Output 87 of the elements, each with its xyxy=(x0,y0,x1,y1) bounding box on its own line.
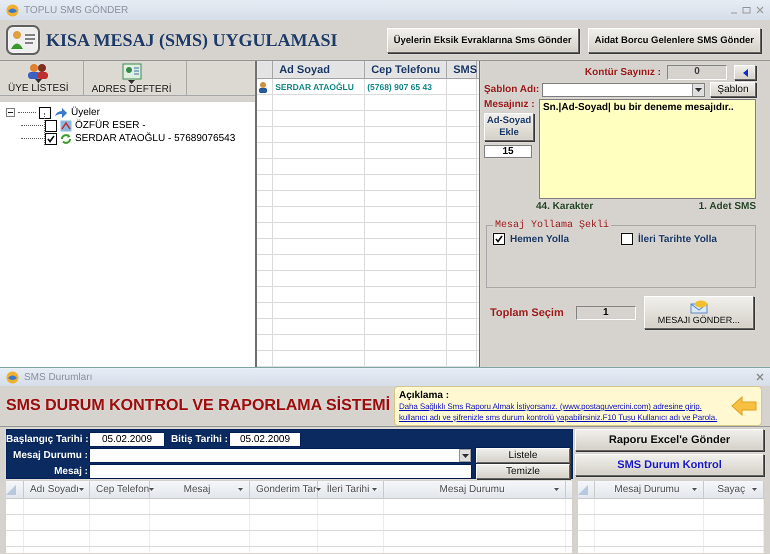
column-header[interactable]: Mesaj Durumu xyxy=(390,484,554,495)
total-label: Toplam Seçim xyxy=(490,306,564,318)
option-label: Hemen Yolla xyxy=(510,234,570,244)
column-header[interactable]: Gonderim Tar xyxy=(256,484,316,495)
start-date-field[interactable]: 05.02.2009 xyxy=(90,433,164,446)
sort-caret-icon xyxy=(238,488,243,491)
contact-card-icon xyxy=(60,120,72,132)
start-date-label: Başlangıç Tarihi : xyxy=(6,434,88,445)
info-link[interactable]: Daha Sağlıklı Sms Raporu Almak İstiyorsanız. (www.postaguvercini.com) adresine girip. kullanıcı adı ve şifrenizle sms durum kontrolü yapabilirsiniz.F10 Tuşu Kullanıcı adı ve Parola. xyxy=(399,401,725,423)
caret-icon xyxy=(462,454,468,458)
total-value: 1 xyxy=(576,306,636,320)
app-icon xyxy=(6,4,19,16)
list-button[interactable]: Listele xyxy=(476,448,570,463)
select-all-icon xyxy=(578,484,588,494)
checkbox[interactable] xyxy=(45,132,57,144)
status-check-button[interactable]: SMS Durum Kontrol xyxy=(575,454,764,476)
length-field[interactable]: 15 xyxy=(484,145,532,158)
checkbox[interactable] xyxy=(45,120,57,132)
sort-caret-icon xyxy=(554,488,559,491)
column-header[interactable]: İleri Tarihi xyxy=(324,484,372,495)
credit-label: Kontür Sayınız : xyxy=(584,67,661,78)
window-controls-icon xyxy=(730,6,764,14)
message-field[interactable]: Sn.|Ad-Soyad| bu bir deneme mesajıdır.. xyxy=(539,99,756,199)
option-label: İleri Tarihte Yolla xyxy=(638,234,717,244)
export-button[interactable]: Raporu Excel'e Gönder xyxy=(575,429,764,451)
column-header[interactable]: Sayaç xyxy=(710,484,752,495)
sms-count: 1. Adet SMS xyxy=(698,201,756,212)
table-cell: (5768) 907 65 43 xyxy=(365,79,448,94)
arrow-icon xyxy=(54,108,68,118)
window-controls-icon xyxy=(756,373,764,381)
tree-item[interactable]: Üyeler xyxy=(71,107,100,118)
column-header[interactable]: Mesaj xyxy=(156,484,238,495)
people-icon xyxy=(27,63,50,79)
send-button[interactable]: Üyelerin Eksik Evraklarına Sms Gönder xyxy=(386,28,579,52)
sort-caret-icon xyxy=(692,488,698,491)
end-date-field[interactable]: 05.02.2009 xyxy=(230,433,300,446)
template-dropdown[interactable] xyxy=(542,82,705,96)
toolbar-button[interactable]: ÜYE LİSTESİ xyxy=(0,61,84,95)
triangle-left-icon xyxy=(742,68,748,76)
sort-caret-icon xyxy=(752,488,757,491)
app-logo-icon xyxy=(6,25,40,55)
message-label: Mesaj : xyxy=(53,466,88,477)
tree-item[interactable]: ÖZFÜR ESER - xyxy=(75,120,146,131)
app-title: KISA MESAJ (SMS) UYGULAMASI xyxy=(46,30,338,50)
collapse-button[interactable] xyxy=(734,65,756,80)
address-book-icon xyxy=(122,63,142,80)
app-icon xyxy=(6,370,19,384)
status-label: Mesaj Durumu : xyxy=(12,450,88,461)
checkbox[interactable] xyxy=(39,106,51,118)
checkbox[interactable] xyxy=(493,233,505,245)
template-button[interactable]: Şablon xyxy=(710,82,756,97)
column-header: SMS xyxy=(447,61,478,78)
template-label: Şablon Adı: xyxy=(484,84,540,95)
arrow-left-icon xyxy=(731,396,757,416)
caret-icon xyxy=(695,88,702,92)
refresh-icon xyxy=(60,132,72,144)
message-label: Mesajınız : xyxy=(484,99,535,110)
message-filter-field[interactable] xyxy=(90,465,471,478)
add-name-button[interactable]: Ad-Soyad Ekle xyxy=(484,113,534,141)
sort-caret-icon xyxy=(149,488,154,491)
collapse-icon xyxy=(6,108,15,117)
tree-item[interactable]: SERDAR ATAOĞLU - 57689076543 xyxy=(75,133,236,144)
toolbar-button[interactable]: ADRES DEFTERİ xyxy=(84,61,187,95)
envelope-icon xyxy=(690,300,708,314)
sort-caret-icon xyxy=(316,488,322,491)
credit-value: 0 xyxy=(667,65,727,80)
checkbox[interactable] xyxy=(621,233,633,245)
info-title: Açıklama : xyxy=(399,390,450,401)
report-title: SMS DURUM KONTROL VE RAPORLAMA SİSTEMİ xyxy=(6,397,390,415)
column-header[interactable]: Cep Telefon xyxy=(96,484,150,495)
column-header[interactable]: Mesaj Durumu xyxy=(601,484,692,495)
person-icon xyxy=(257,80,270,92)
send-message-button[interactable]: MESAJI GÖNDER... xyxy=(644,296,754,329)
send-button[interactable]: Aidat Borcu Gelenlere SMS Gönder xyxy=(588,28,761,52)
clear-button[interactable]: Temizle xyxy=(476,464,570,479)
column-header[interactable]: Adı Soyadı xyxy=(30,484,79,495)
sort-caret-icon xyxy=(78,488,84,491)
table-cell: SERDAR ATAOĞLU xyxy=(273,79,366,94)
column-header: Cep Telefonu xyxy=(365,61,448,78)
select-all-icon xyxy=(6,484,16,494)
end-date-label: Bitiş Tarihi : xyxy=(170,434,228,445)
send-mode-title: Mesaj Yollama Şekli xyxy=(494,220,610,231)
column-header: Ad Soyad xyxy=(273,61,366,78)
sort-caret-icon xyxy=(372,488,377,491)
window-title: SMS Durumları xyxy=(24,372,92,382)
character-count: 44. Karakter xyxy=(536,201,594,212)
window-title: TOPLU SMS GÖNDER xyxy=(24,4,128,16)
